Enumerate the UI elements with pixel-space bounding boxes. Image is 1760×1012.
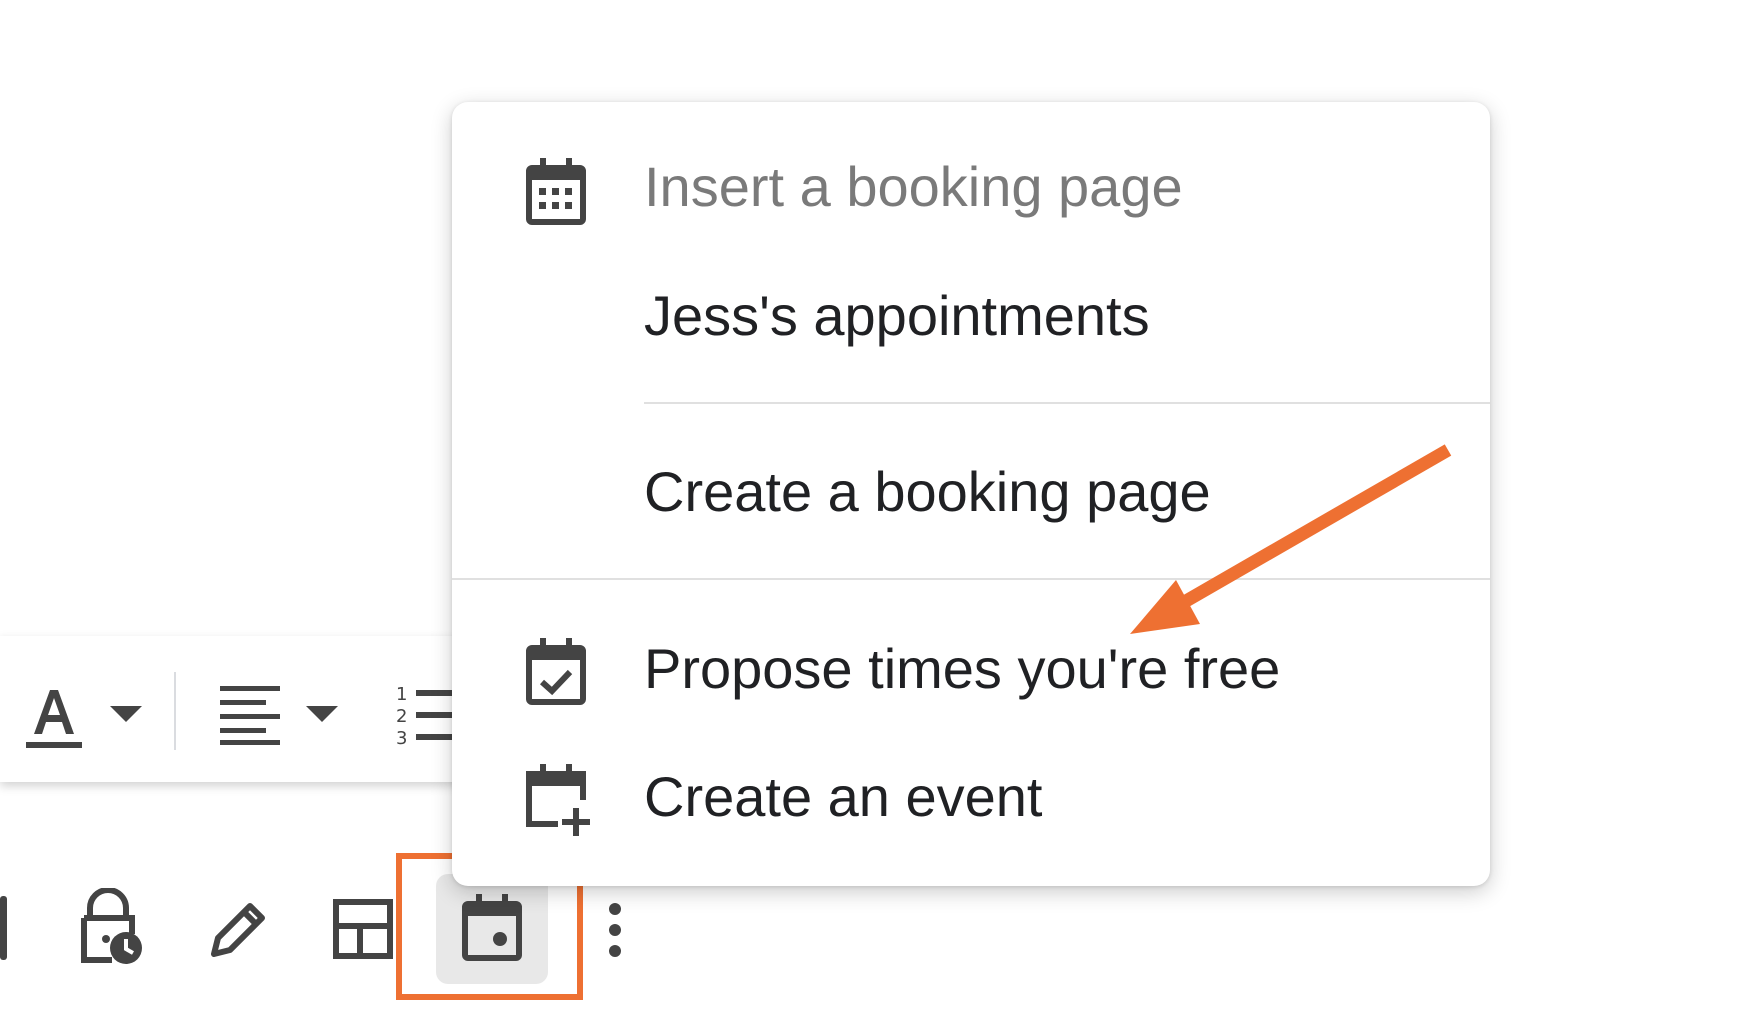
toolbar-divider: [174, 672, 176, 750]
svg-text:2: 2: [396, 706, 407, 727]
align-icon[interactable]: [218, 682, 282, 746]
formatting-toolbar: 1 2 3: [0, 636, 470, 782]
more-options-icon[interactable]: [608, 902, 622, 958]
confidential-mode-icon[interactable]: [78, 888, 144, 970]
menu-divider: [644, 402, 1490, 404]
text-color-icon[interactable]: [22, 682, 86, 752]
align-dropdown-icon[interactable]: [306, 706, 338, 724]
menu-header-insert-booking-page: Insert a booking page: [644, 155, 1183, 218]
menu-divider: [452, 578, 1490, 580]
text-color-dropdown-icon[interactable]: [110, 706, 142, 724]
svg-text:1: 1: [396, 684, 407, 705]
layouts-icon[interactable]: [332, 898, 394, 960]
booking-menu: Insert a booking page Jess's appointment…: [452, 102, 1490, 886]
signature-icon[interactable]: [204, 898, 270, 964]
menu-item-jess-appointments[interactable]: Jess's appointments: [644, 284, 1150, 348]
calendar-check-icon: [524, 636, 588, 711]
svg-text:3: 3: [396, 728, 407, 748]
menu-item-create-booking-page[interactable]: Create a booking page: [644, 460, 1211, 524]
menu-item-create-event[interactable]: Create an event: [644, 765, 1042, 829]
calendar-add-icon: [524, 762, 592, 841]
menu-item-propose-times[interactable]: Propose times you're free: [644, 637, 1280, 701]
insert-photo-icon[interactable]: [0, 896, 10, 960]
calendar-grid-icon: [524, 156, 588, 231]
